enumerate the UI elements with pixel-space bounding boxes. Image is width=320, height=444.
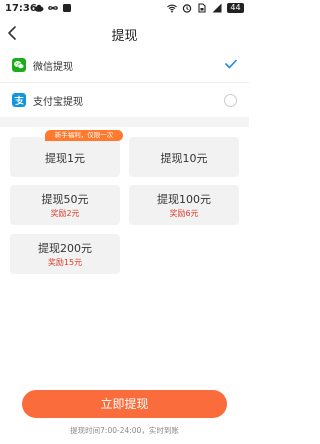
page-header: 提现 [0,18,249,49]
cloud-icon [34,4,44,12]
payment-option-alipay[interactable]: 支付宝提现 [0,83,249,117]
wifi-icon [167,4,177,13]
amount-option-label: 提现100元 [157,193,211,206]
checkmark-icon[interactable] [225,59,237,69]
amount-option-100[interactable]: 提现100元 奖励6元 [129,185,239,225]
withdraw-now-button[interactable]: 立即提现 [22,390,227,418]
payment-option-label: 支付宝提现 [33,97,83,108]
amount-option-label: 提现50元 [41,193,89,206]
status-system-icons: 44 [167,3,244,13]
signal-icon [212,3,222,13]
amount-options: 提现1元 提现10元 提现50元 奖励2元 提现100元 奖励6元 提现200元… [0,127,249,297]
status-bar: 17:36 44 [0,0,249,18]
reward-text: 奖励15元 [47,258,83,267]
wechat-icon [12,58,26,72]
app-icon [63,4,71,12]
status-notification-icons [34,3,72,13]
amount-option-label: 提现1元 [45,152,85,165]
page-title: 提现 [111,29,138,44]
promo-badge: 新手福利，仅限一次 [45,130,123,141]
radio-unselected[interactable] [224,94,237,107]
withdraw-time-note: 提现时间7:00-24:00，实时到账 [70,426,179,435]
amount-option-label: 提现200元 [38,242,92,255]
alarm-icon [182,4,192,13]
section-divider [0,117,249,127]
battery-indicator: 44 [227,3,244,13]
status-time: 17:36 [5,3,37,14]
amount-option-1[interactable]: 提现1元 [10,137,120,177]
sim-icon [198,3,206,13]
infinity-icon [48,6,58,10]
reward-text: 奖励6元 [169,209,199,218]
amount-option-label: 提现10元 [160,152,208,165]
alipay-icon [12,93,26,107]
amount-option-200[interactable]: 提现200元 奖励15元 [10,234,120,274]
payment-option-wechat[interactable]: 微信提现 [0,48,249,83]
reward-text: 奖励2元 [50,209,80,218]
payment-option-label: 微信提现 [33,62,73,73]
amount-option-10[interactable]: 提现10元 [129,137,239,177]
amount-option-50[interactable]: 提现50元 奖励2元 [10,185,120,225]
